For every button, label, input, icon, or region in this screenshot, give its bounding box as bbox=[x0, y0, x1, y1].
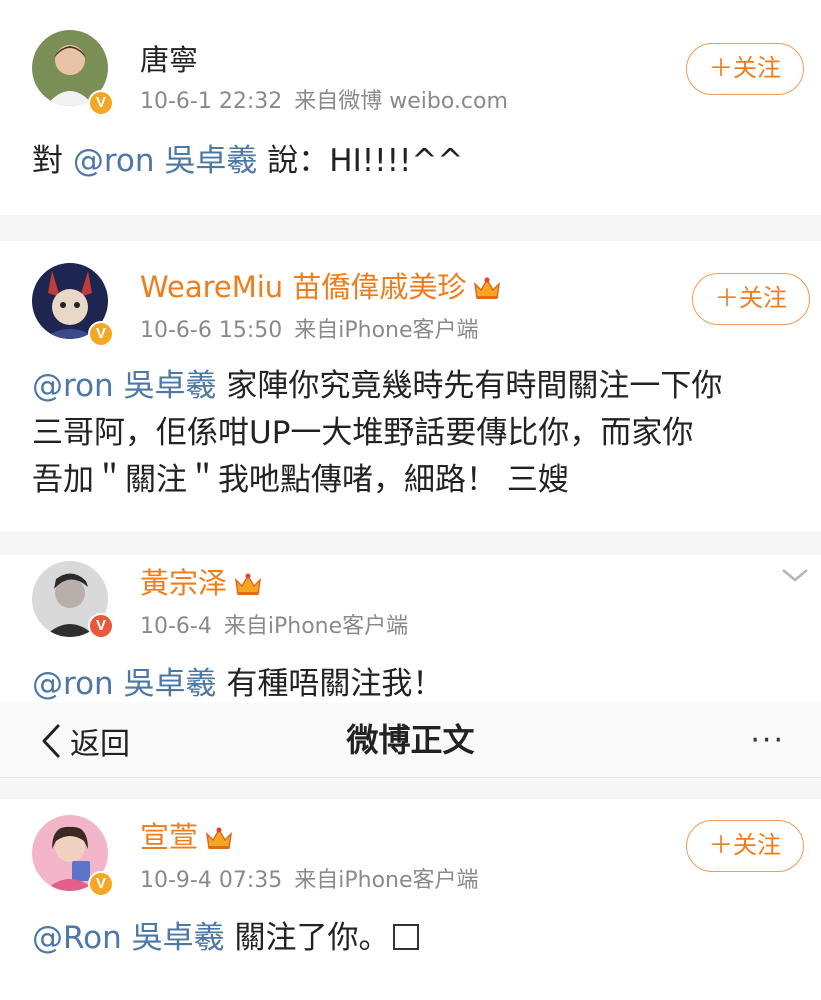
author-name[interactable]: 唐寧 bbox=[140, 42, 198, 78]
body-line-3: 吾加＂關注＂我吔點傳啫，細路！ 三嫂 bbox=[32, 462, 569, 498]
mention-link[interactable]: @ron 吳卓羲 bbox=[32, 666, 217, 702]
more-icon[interactable]: ··· bbox=[750, 723, 785, 758]
post-source: 来自iPhone客户端 bbox=[223, 614, 409, 639]
post-body: @Ron 吳卓羲 關注了你。 bbox=[32, 915, 420, 962]
post-separator bbox=[0, 215, 821, 241]
post-source: 来自微博 weibo.com bbox=[294, 89, 508, 114]
weibo-post-4: V 宣萱 10-9-4 07:35 来自iPhone客户端 ＋关注 @Ron 吳卓… bbox=[0, 799, 821, 1000]
post-meta: 10-9-4 07:35 来自iPhone客户端 bbox=[140, 867, 479, 895]
body-text: 有種唔關注我！ bbox=[216, 666, 444, 702]
post-meta: 10-6-4 来自iPhone客户端 bbox=[140, 613, 408, 641]
post-body: 對 @ron 吳卓羲 說：HI!!!!^^ bbox=[32, 138, 463, 185]
post-source: 来自iPhone客户端 bbox=[294, 868, 479, 893]
author-name[interactable]: WeareMiu 苗僑偉戚美珍 bbox=[140, 269, 502, 305]
weibo-post-3: V 黃宗泽 10-6-4 来自iPhone客户端 @ron 吳卓羲 有種唔關注我！ bbox=[0, 555, 821, 703]
verified-badge-icon: V bbox=[88, 90, 114, 116]
vip-crown-icon bbox=[205, 827, 233, 849]
weibo-post-1: V 唐寧 10-6-1 22:32 来自微博 weibo.com ＋关注 對 @r… bbox=[0, 0, 821, 215]
body-text: 說：HI!!!!^^ bbox=[257, 143, 464, 179]
post-meta: 10-6-1 22:32 来自微博 weibo.com bbox=[140, 88, 508, 116]
mention-link[interactable]: @ron 吳卓羲 bbox=[32, 368, 217, 404]
post-source: 来自iPhone客户端 bbox=[294, 318, 479, 343]
post-time: 10-6-6 15:50 bbox=[140, 318, 283, 343]
page-title: 微博正文 bbox=[346, 721, 475, 759]
post-separator bbox=[0, 531, 821, 555]
follow-button[interactable]: ＋关注 bbox=[686, 820, 804, 872]
author-name-text: 黃宗泽 bbox=[140, 566, 228, 600]
post-time: 10-6-1 22:32 bbox=[140, 89, 283, 114]
author-name[interactable]: 宣萱 bbox=[140, 819, 234, 855]
verified-badge-icon: V bbox=[88, 871, 114, 897]
post-time: 10-9-4 07:35 bbox=[140, 868, 283, 893]
post-meta: 10-6-6 15:50 来自iPhone客户端 bbox=[140, 317, 479, 345]
verified-badge-icon: V bbox=[88, 613, 114, 639]
post-body: @ron 吳卓羲 有種唔關注我！ bbox=[32, 661, 443, 708]
vip-crown-icon bbox=[234, 573, 262, 595]
post-separator bbox=[0, 779, 821, 799]
author-name-text: WeareMiu 苗僑偉戚美珍 bbox=[140, 270, 467, 304]
author-name-text: 宣萱 bbox=[140, 820, 199, 854]
verified-badge-icon: V bbox=[88, 321, 114, 347]
mention-link[interactable]: @ron 吳卓羲 bbox=[73, 143, 258, 179]
post-time: 10-6-4 bbox=[140, 614, 212, 639]
mention-link[interactable]: @Ron 吳卓羲 bbox=[32, 920, 225, 956]
body-line-2: 三哥阿，佢係咁UP一大堆野話要傳比你，而家你 bbox=[32, 415, 694, 451]
missing-glyph-box bbox=[393, 924, 420, 950]
post-body: @ron 吳卓羲 家陣你究竟幾時先有時間關注一下你 三哥阿，佢係咁UP一大堆野話… bbox=[32, 363, 802, 504]
body-text: 關注了你。 bbox=[224, 920, 390, 956]
weibo-post-2: V WeareMiu 苗僑偉戚美珍 10-6-6 15:50 来自iPhone客户… bbox=[0, 241, 821, 531]
body-line-1: @ron 吳卓羲 家陣你究竟幾時先有時間關注一下你 bbox=[32, 363, 802, 410]
vip-crown-icon bbox=[474, 277, 501, 299]
follow-button[interactable]: ＋关注 bbox=[692, 273, 810, 325]
author-name[interactable]: 黃宗泽 bbox=[140, 565, 263, 601]
chevron-down-icon[interactable] bbox=[780, 565, 810, 585]
body-text: 家陣你究竟幾時先有時間關注一下你 bbox=[216, 368, 723, 404]
body-prefix: 對 bbox=[32, 143, 73, 179]
navigation-bar: 返回 微博正文 ··· bbox=[0, 703, 821, 778]
follow-button[interactable]: ＋关注 bbox=[686, 43, 804, 95]
